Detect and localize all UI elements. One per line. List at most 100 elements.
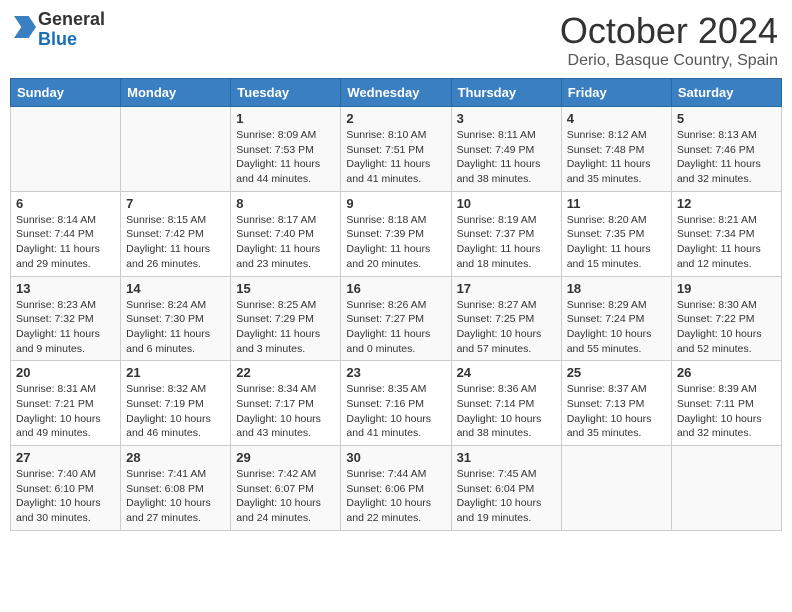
day-number: 24 [457,365,556,380]
daylight-text: Daylight: 10 hours and 55 minutes. [567,328,652,355]
calendar-cell [11,107,121,192]
daylight-text: Daylight: 10 hours and 38 minutes. [457,413,542,440]
col-header-sunday: Sunday [11,79,121,107]
week-row-3: 13 Sunrise: 8:23 AM Sunset: 7:32 PM Dayl… [11,276,782,361]
sunrise-text: Sunrise: 8:34 AM [236,383,316,395]
calendar-cell [121,107,231,192]
daylight-text: Daylight: 10 hours and 49 minutes. [16,413,101,440]
sunrise-text: Sunrise: 8:25 AM [236,299,316,311]
calendar-cell: 31 Sunrise: 7:45 AM Sunset: 6:04 PM Dayl… [451,446,561,531]
sunrise-text: Sunrise: 8:21 AM [677,214,757,226]
sunset-text: Sunset: 6:04 PM [457,483,535,495]
week-row-4: 20 Sunrise: 8:31 AM Sunset: 7:21 PM Dayl… [11,361,782,446]
day-number: 14 [126,281,225,296]
col-header-thursday: Thursday [451,79,561,107]
daylight-text: Daylight: 11 hours and 23 minutes. [236,243,320,270]
daylight-text: Daylight: 11 hours and 41 minutes. [346,158,430,185]
calendar-cell: 25 Sunrise: 8:37 AM Sunset: 7:13 PM Dayl… [561,361,671,446]
day-info: Sunrise: 8:27 AM Sunset: 7:25 PM Dayligh… [457,298,556,357]
day-info: Sunrise: 8:19 AM Sunset: 7:37 PM Dayligh… [457,213,556,272]
daylight-text: Daylight: 11 hours and 3 minutes. [236,328,320,355]
daylight-text: Daylight: 10 hours and 19 minutes. [457,497,542,524]
day-number: 19 [677,281,776,296]
sunset-text: Sunset: 7:46 PM [677,144,755,156]
sunset-text: Sunset: 7:39 PM [346,228,424,240]
sunset-text: Sunset: 7:37 PM [457,228,535,240]
sunrise-text: Sunrise: 8:23 AM [16,299,96,311]
sunset-text: Sunset: 7:29 PM [236,313,314,325]
day-number: 27 [16,450,115,465]
sunset-text: Sunset: 7:30 PM [126,313,204,325]
day-number: 25 [567,365,666,380]
sunset-text: Sunset: 7:35 PM [567,228,645,240]
sunset-text: Sunset: 7:40 PM [236,228,314,240]
calendar-cell: 7 Sunrise: 8:15 AM Sunset: 7:42 PM Dayli… [121,191,231,276]
col-header-wednesday: Wednesday [341,79,451,107]
day-info: Sunrise: 8:26 AM Sunset: 7:27 PM Dayligh… [346,298,445,357]
location: Derio, Basque Country, Spain [560,52,778,70]
daylight-text: Daylight: 11 hours and 15 minutes. [567,243,651,270]
day-number: 29 [236,450,335,465]
day-info: Sunrise: 8:11 AM Sunset: 7:49 PM Dayligh… [457,128,556,187]
sunset-text: Sunset: 7:27 PM [346,313,424,325]
sunrise-text: Sunrise: 8:13 AM [677,129,757,141]
day-info: Sunrise: 8:17 AM Sunset: 7:40 PM Dayligh… [236,213,335,272]
week-row-1: 1 Sunrise: 8:09 AM Sunset: 7:53 PM Dayli… [11,107,782,192]
logo-text-line2: Blue [38,30,105,50]
calendar-cell: 18 Sunrise: 8:29 AM Sunset: 7:24 PM Dayl… [561,276,671,361]
day-number: 9 [346,196,445,211]
day-info: Sunrise: 8:30 AM Sunset: 7:22 PM Dayligh… [677,298,776,357]
calendar-cell: 15 Sunrise: 8:25 AM Sunset: 7:29 PM Dayl… [231,276,341,361]
calendar-cell: 6 Sunrise: 8:14 AM Sunset: 7:44 PM Dayli… [11,191,121,276]
day-number: 1 [236,111,335,126]
col-header-saturday: Saturday [671,79,781,107]
page-header: General Blue October 2024 Derio, Basque … [10,10,782,70]
week-row-2: 6 Sunrise: 8:14 AM Sunset: 7:44 PM Dayli… [11,191,782,276]
daylight-text: Daylight: 10 hours and 24 minutes. [236,497,321,524]
daylight-text: Daylight: 10 hours and 57 minutes. [457,328,542,355]
title-section: October 2024 Derio, Basque Country, Spai… [560,10,778,70]
day-info: Sunrise: 8:39 AM Sunset: 7:11 PM Dayligh… [677,382,776,441]
calendar-cell: 19 Sunrise: 8:30 AM Sunset: 7:22 PM Dayl… [671,276,781,361]
calendar-table: SundayMondayTuesdayWednesdayThursdayFrid… [10,78,782,531]
sunrise-text: Sunrise: 7:45 AM [457,468,537,480]
col-header-tuesday: Tuesday [231,79,341,107]
day-number: 8 [236,196,335,211]
daylight-text: Daylight: 11 hours and 0 minutes. [346,328,430,355]
sunrise-text: Sunrise: 8:19 AM [457,214,537,226]
daylight-text: Daylight: 11 hours and 9 minutes. [16,328,100,355]
sunset-text: Sunset: 6:07 PM [236,483,314,495]
calendar-cell: 21 Sunrise: 8:32 AM Sunset: 7:19 PM Dayl… [121,361,231,446]
sunrise-text: Sunrise: 8:30 AM [677,299,757,311]
sunset-text: Sunset: 7:48 PM [567,144,645,156]
day-number: 30 [346,450,445,465]
day-number: 11 [567,196,666,211]
day-info: Sunrise: 8:35 AM Sunset: 7:16 PM Dayligh… [346,382,445,441]
day-info: Sunrise: 7:42 AM Sunset: 6:07 PM Dayligh… [236,467,335,526]
sunrise-text: Sunrise: 8:39 AM [677,383,757,395]
day-number: 31 [457,450,556,465]
day-number: 12 [677,196,776,211]
sunset-text: Sunset: 7:24 PM [567,313,645,325]
logo: General Blue [14,10,105,50]
calendar-cell: 4 Sunrise: 8:12 AM Sunset: 7:48 PM Dayli… [561,107,671,192]
sunrise-text: Sunrise: 7:42 AM [236,468,316,480]
daylight-text: Daylight: 10 hours and 46 minutes. [126,413,211,440]
day-number: 6 [16,196,115,211]
sunrise-text: Sunrise: 7:40 AM [16,468,96,480]
day-info: Sunrise: 8:36 AM Sunset: 7:14 PM Dayligh… [457,382,556,441]
daylight-text: Daylight: 10 hours and 43 minutes. [236,413,321,440]
calendar-cell: 27 Sunrise: 7:40 AM Sunset: 6:10 PM Dayl… [11,446,121,531]
sunset-text: Sunset: 7:32 PM [16,313,94,325]
calendar-cell: 23 Sunrise: 8:35 AM Sunset: 7:16 PM Dayl… [341,361,451,446]
sunset-text: Sunset: 7:34 PM [677,228,755,240]
calendar-cell: 10 Sunrise: 8:19 AM Sunset: 7:37 PM Dayl… [451,191,561,276]
day-number: 7 [126,196,225,211]
daylight-text: Daylight: 10 hours and 22 minutes. [346,497,431,524]
sunrise-text: Sunrise: 8:36 AM [457,383,537,395]
calendar-cell: 9 Sunrise: 8:18 AM Sunset: 7:39 PM Dayli… [341,191,451,276]
calendar-cell: 22 Sunrise: 8:34 AM Sunset: 7:17 PM Dayl… [231,361,341,446]
day-info: Sunrise: 8:09 AM Sunset: 7:53 PM Dayligh… [236,128,335,187]
day-info: Sunrise: 8:18 AM Sunset: 7:39 PM Dayligh… [346,213,445,272]
daylight-text: Daylight: 10 hours and 41 minutes. [346,413,431,440]
